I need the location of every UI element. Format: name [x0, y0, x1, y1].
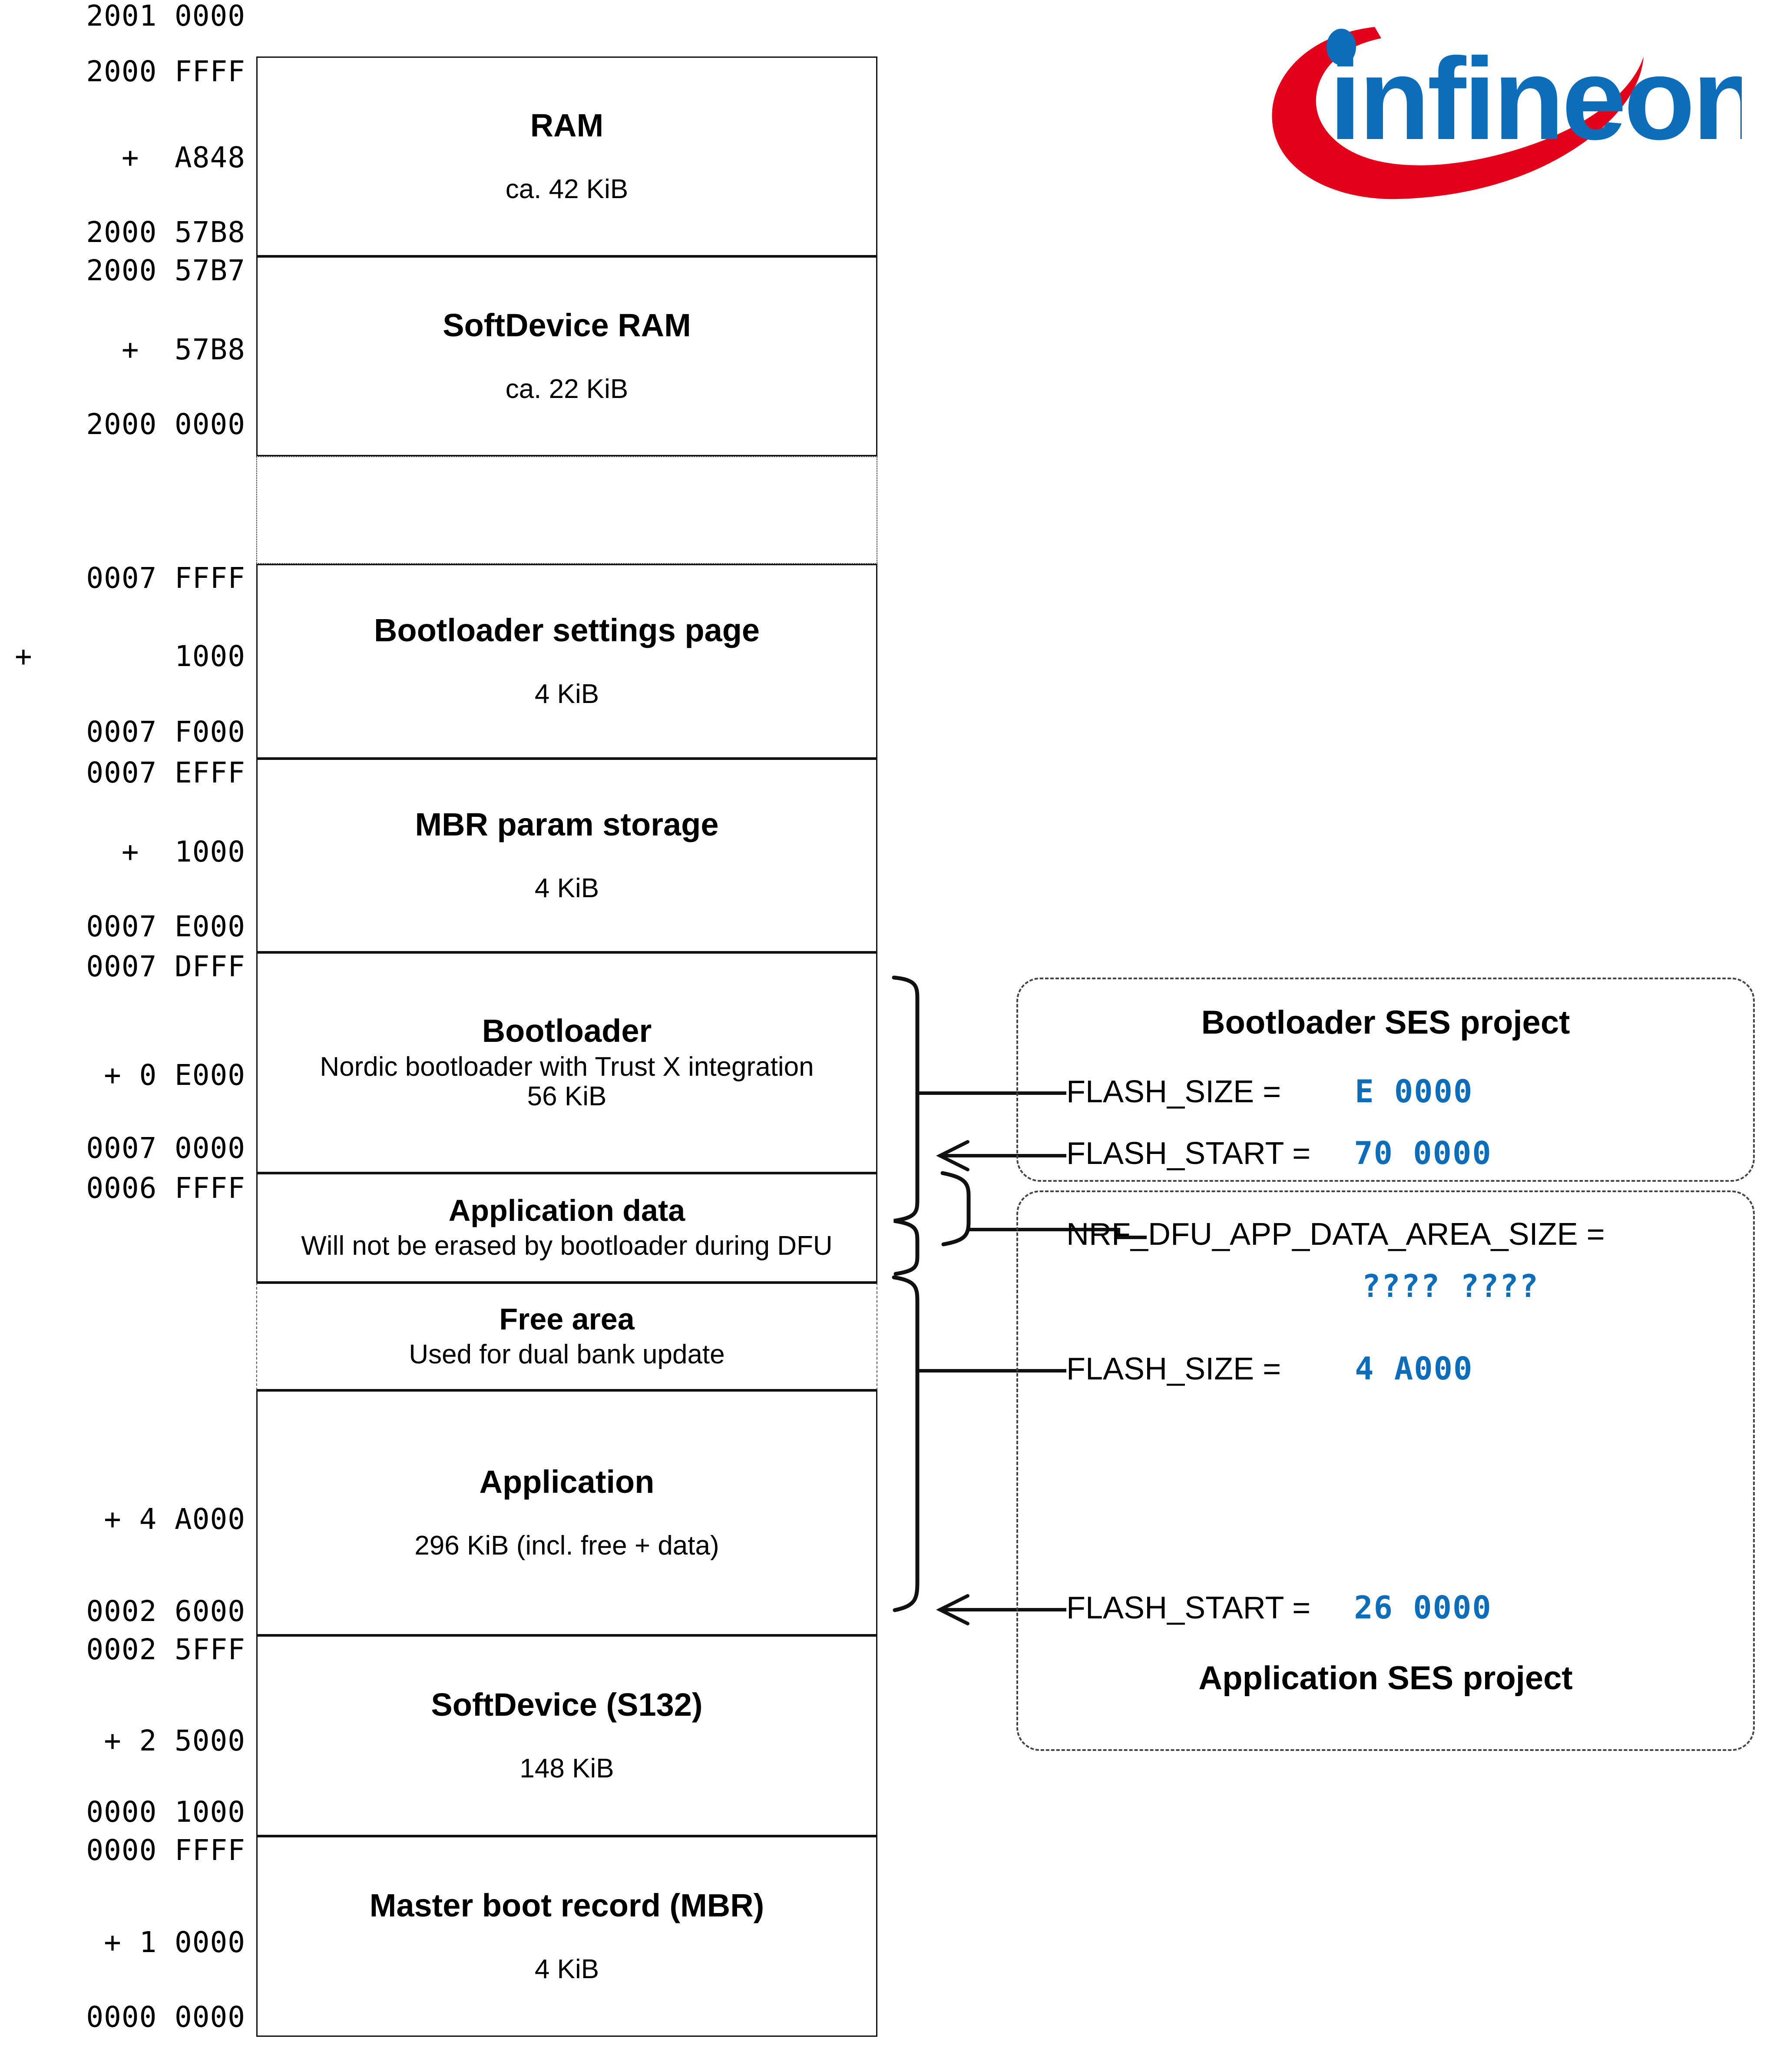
address-label-blsettings-end: 0007 FFFF — [86, 561, 245, 595]
address-label-mbrparam-base: 0007 E000 — [86, 910, 245, 943]
memory-block-master-boot-record: Master boot record (MBR) 4 KiB — [256, 1836, 877, 2037]
application-flash-size-entry: FLASH_SIZE = 4 A000 — [1066, 1350, 1473, 1387]
memory-block-title: Bootloader settings page — [374, 612, 760, 649]
memory-block-description: Used for dual bank update — [409, 1339, 725, 1369]
bootloader-flash-size-value: E 0000 — [1355, 1073, 1473, 1110]
memory-block-title: Free area — [499, 1302, 635, 1336]
address-label-mbr-offset: + 1 0000 — [104, 1926, 245, 1959]
memory-block-description: Will not be erased by bootloader during … — [301, 1230, 833, 1261]
address-label-mbr-end: 0000 FFFF — [86, 1833, 245, 1867]
address-label-far-left-plus: + — [15, 640, 33, 673]
memory-block-bootloader: Bootloader Nordic bootloader with Trust … — [256, 952, 877, 1173]
bootloader-flash-size-entry: FLASH_SIZE = E 0000 — [1066, 1073, 1473, 1110]
address-label-bootloader-base: 0007 0000 — [86, 1131, 245, 1165]
address-label-sdram-end: 2000 57B7 — [86, 254, 245, 287]
address-label-bootloader-end: 0007 DFFF — [86, 950, 245, 983]
address-label-mbr-base: 0000 0000 — [86, 2000, 245, 2034]
memory-block-title: Application data — [448, 1193, 685, 1228]
arrowhead-application-flash-start — [936, 1594, 969, 1625]
memory-block-application: Application 296 KiB (incl. free + data) — [256, 1390, 877, 1635]
memory-block-mbr-param-storage: MBR param storage 4 KiB — [256, 759, 877, 952]
address-label-mbrparam-offset: + 1000 — [121, 835, 245, 869]
address-label-ram-end: 2000 FFFF — [86, 55, 245, 88]
infineon-logo: infineon — [1272, 27, 1742, 199]
brace-application-data — [940, 1171, 971, 1247]
application-flash-start-entry: FLASH_START = 26 0000 — [1066, 1589, 1492, 1626]
address-label-app-base: 0002 6000 — [86, 1595, 245, 1628]
address-label-ram-top: 2001 0000 — [86, 0, 245, 33]
arrowhead-bootloader-flash-start — [936, 1140, 969, 1171]
bootloader-flash-size-key: FLASH_SIZE = — [1066, 1074, 1281, 1109]
address-label-blsettings-base: 0007 F000 — [86, 715, 245, 749]
memory-block-title: SoftDevice (S132) — [431, 1687, 703, 1723]
bootloader-flash-start-value: 70 0000 — [1354, 1135, 1492, 1171]
memory-block-title: Application — [479, 1464, 655, 1500]
address-label-softdevice-base: 0000 1000 — [86, 1795, 245, 1829]
app-data-area-size-value-wrap: ???? ???? — [1362, 1268, 1539, 1304]
memory-block-title: MBR param storage — [415, 806, 719, 843]
memory-block-size: ca. 22 KiB — [505, 374, 629, 404]
address-label-ram-base: 2000 57B8 — [86, 215, 245, 249]
brace-application-region — [892, 1275, 920, 1612]
address-label-sdram-base: 2000 0000 — [86, 408, 245, 441]
memory-block-size: 4 KiB — [534, 679, 599, 709]
application-flash-size-value: 4 A000 — [1355, 1350, 1473, 1387]
address-label-appdata-end: 0006 FFFF — [86, 1171, 245, 1205]
memory-block-title: SoftDevice RAM — [443, 307, 691, 344]
app-data-area-size-key: NRF_DFU_APP_DATA_AREA_SIZE = — [1066, 1217, 1605, 1252]
application-ses-project-title: Application SES project — [1198, 1660, 1573, 1697]
memory-block-softdevice-ram: SoftDevice RAM ca. 22 KiB — [256, 256, 877, 456]
memory-block-title: Bootloader — [482, 1012, 652, 1049]
memory-block-free-area: Free area Used for dual bank update — [256, 1283, 877, 1390]
memory-block-address-gap — [256, 456, 877, 564]
memory-block-bootloader-settings: Bootloader settings page 4 KiB — [256, 564, 877, 759]
memory-block-size: 148 KiB — [519, 1753, 614, 1784]
address-label-softdevice-offset: + 2 5000 — [104, 1724, 245, 1757]
memory-block-title: Master boot record (MBR) — [369, 1887, 764, 1924]
address-label-sdram-size-offset: + 57B8 — [121, 333, 245, 366]
bootloader-flash-start-entry: FLASH_START = 70 0000 — [1066, 1135, 1492, 1171]
memory-map: RAM ca. 42 KiB SoftDevice RAM ca. 22 KiB… — [256, 0, 877, 2072]
address-label-bootloader-offset: + 0 E000 — [104, 1058, 245, 1092]
application-flash-size-key: FLASH_SIZE = — [1066, 1352, 1281, 1386]
application-flash-start-value: 26 0000 — [1354, 1589, 1492, 1626]
application-flash-start-key: FLASH_START = — [1066, 1591, 1311, 1625]
memory-block-size: ca. 42 KiB — [505, 174, 629, 204]
app-data-area-size-value: ???? ???? — [1362, 1268, 1539, 1304]
address-label-blsettings-offset: 1000 — [175, 640, 245, 673]
address-label-app-offset: + 4 A000 — [104, 1502, 245, 1536]
memory-block-title: RAM — [530, 107, 604, 144]
memory-block-size: 4 KiB — [534, 1954, 599, 1984]
app-data-area-size-entry: NRF_DFU_APP_DATA_AREA_SIZE = — [1066, 1217, 1605, 1252]
memory-block-size: 296 KiB (incl. free + data) — [414, 1530, 719, 1561]
memory-block-size: 56 KiB — [527, 1081, 607, 1111]
brace-bootloader-region — [892, 975, 920, 1276]
memory-block-softdevice: SoftDevice (S132) 148 KiB — [256, 1635, 877, 1836]
memory-block-description: Nordic bootloader with Trust X integrati… — [320, 1051, 814, 1082]
address-label-softdevice-end: 0002 5FFF — [86, 1633, 245, 1666]
bootloader-flash-start-key: FLASH_START = — [1066, 1136, 1311, 1171]
memory-block-ram: RAM ca. 42 KiB — [256, 56, 877, 256]
address-label-ram-size-offset: + A848 — [121, 141, 245, 174]
memory-block-size: 4 KiB — [534, 873, 599, 903]
bootloader-ses-project-title: Bootloader SES project — [1201, 1004, 1570, 1041]
address-label-mbrparam-end: 0007 EFFF — [86, 756, 245, 789]
memory-block-application-data: Application data Will not be erased by b… — [256, 1173, 877, 1283]
logo-wordmark: infineon — [1329, 33, 1742, 164]
